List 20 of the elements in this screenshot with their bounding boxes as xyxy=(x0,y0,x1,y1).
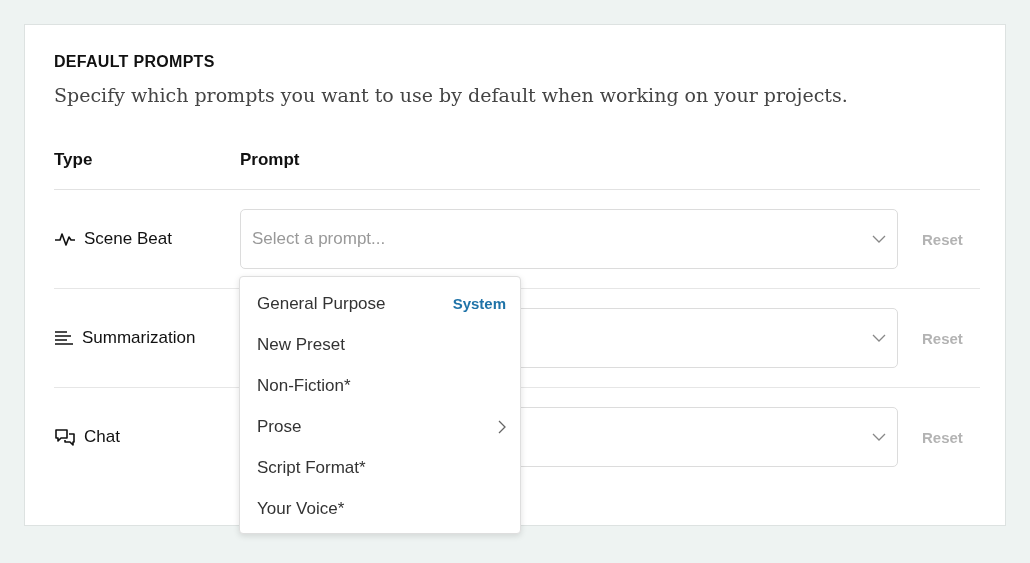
menu-item[interactable]: General Purpose xyxy=(257,293,386,314)
chevron-down-icon xyxy=(872,235,886,243)
type-label: Summarization xyxy=(82,328,196,348)
column-header: Prompt xyxy=(240,150,300,170)
pulse-icon xyxy=(54,231,76,247)
section-description: Specify which prompts you want to use by default when working on your projects. xyxy=(54,84,849,106)
section-title: DEFAULT PROMPTS xyxy=(54,53,216,71)
column-header: Type xyxy=(54,150,94,170)
system-tag: System xyxy=(452,295,506,312)
menu-item[interactable]: Script Format* xyxy=(257,457,366,478)
type-label: Scene Beat xyxy=(84,229,172,249)
menu-item[interactable]: Non-Fiction* xyxy=(257,375,351,396)
menu-item[interactable]: New Preset xyxy=(257,334,345,355)
menu-item[interactable]: Your Voice* xyxy=(257,498,345,519)
chevron-down-icon xyxy=(872,433,886,441)
menu-item[interactable]: Prose xyxy=(257,416,302,437)
chat-icon xyxy=(54,428,76,446)
lines-icon xyxy=(54,330,74,346)
chevron-down-icon xyxy=(872,334,886,342)
type-label: Chat xyxy=(84,427,120,447)
